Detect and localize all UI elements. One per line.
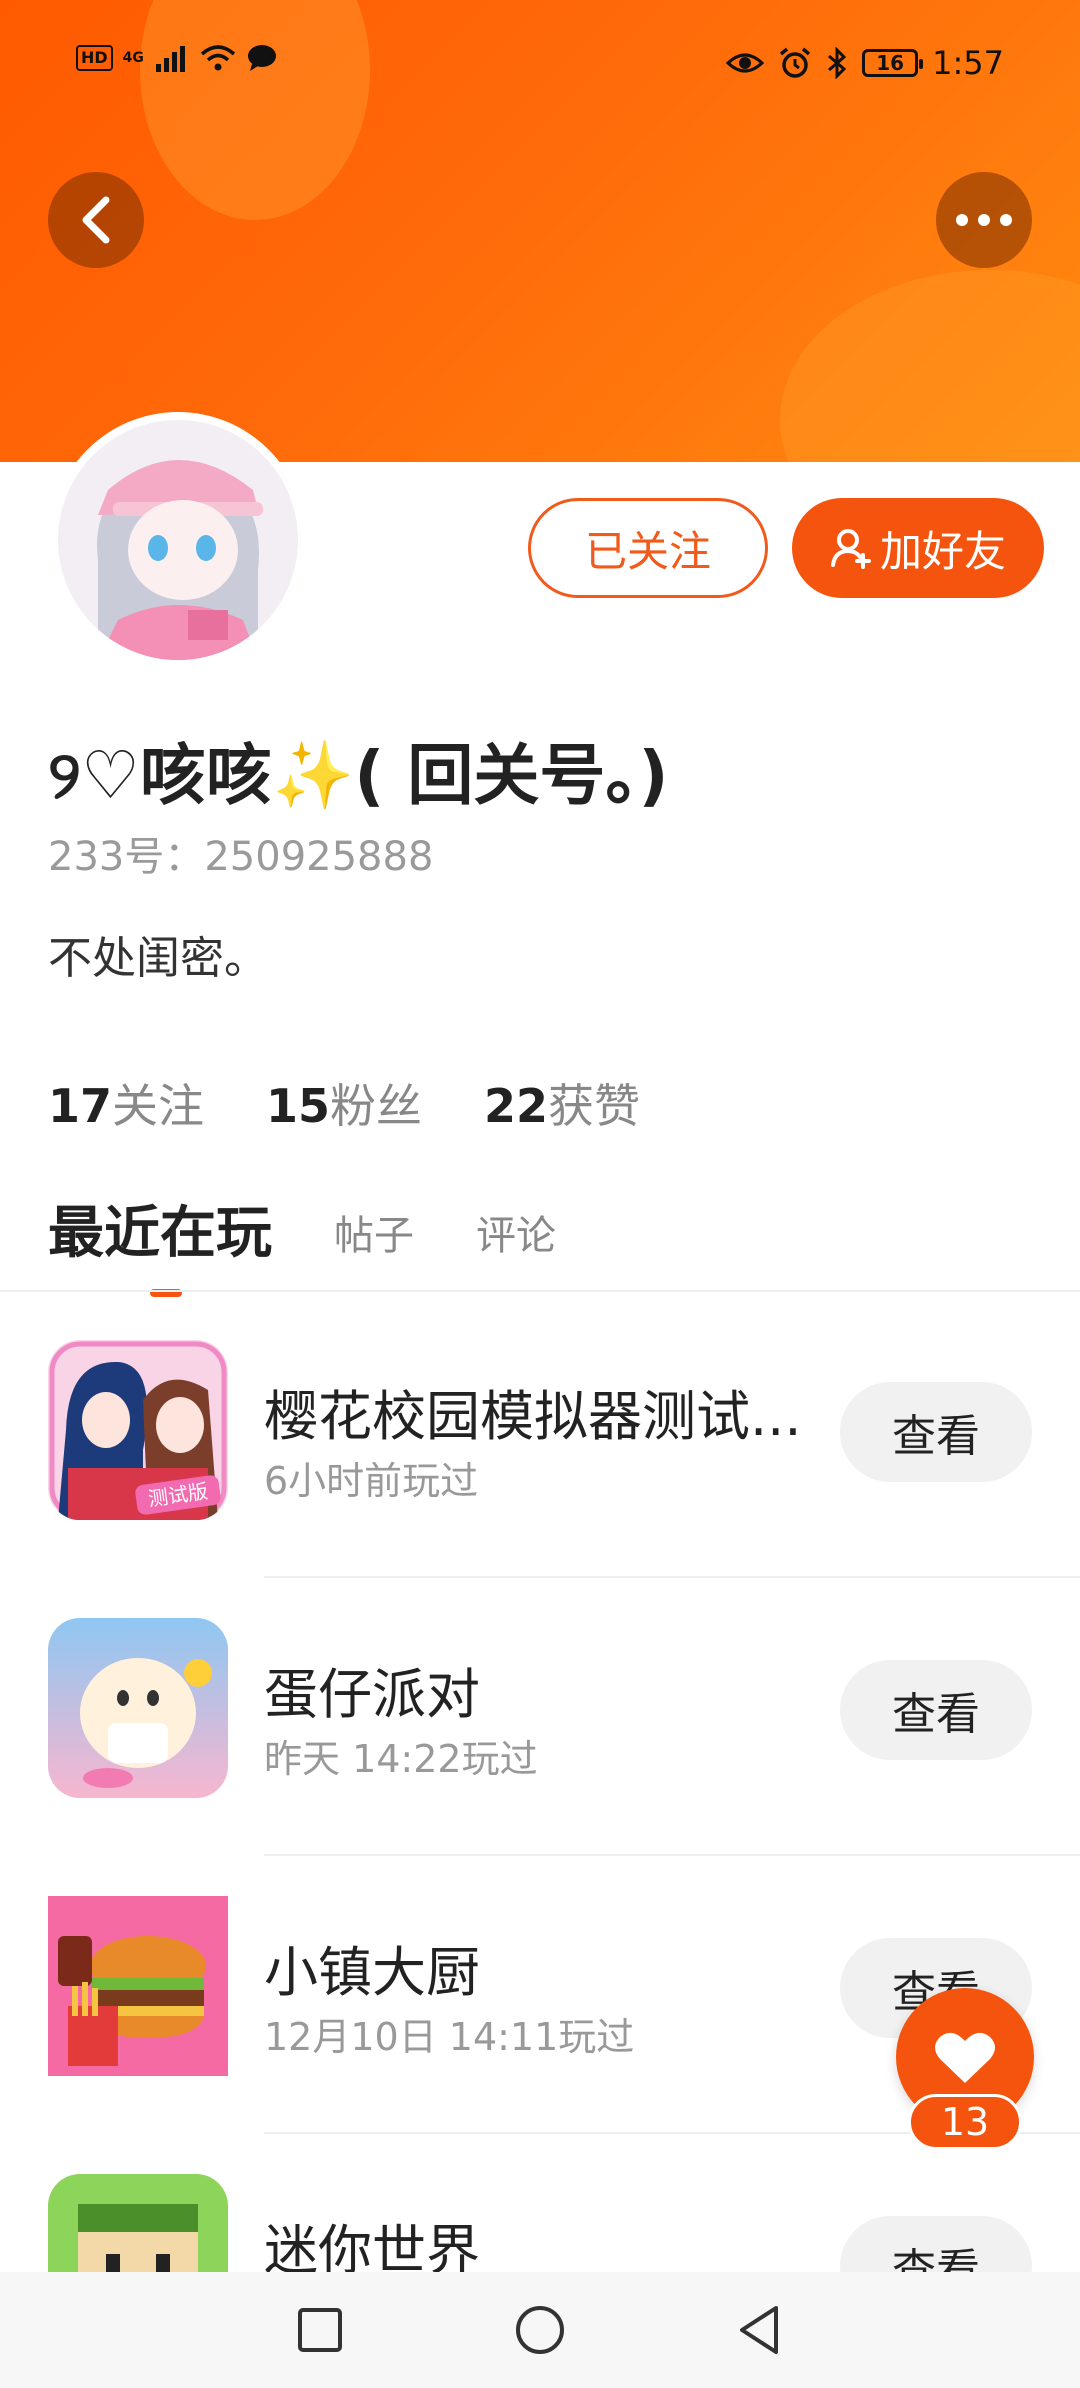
- stat-label: 关注: [112, 1079, 205, 1133]
- stat-number: 17: [48, 1079, 113, 1133]
- recent-apps-icon[interactable]: [296, 2306, 344, 2354]
- stat-label: 粉丝: [330, 1079, 423, 1133]
- profile-tabs: 最近在玩 帖子 评论: [48, 1188, 556, 1297]
- view-button[interactable]: 查看: [840, 1382, 1032, 1482]
- list-item[interactable]: 蛋仔派对 昨天 14:22玩过 查看: [0, 1578, 1080, 1856]
- tab-recently-played[interactable]: 最近在玩: [48, 1188, 272, 1297]
- system-nav-bar: [0, 2272, 1080, 2388]
- banner-decoration: [780, 270, 1080, 462]
- avatar-image: [58, 420, 298, 660]
- back-nav-icon[interactable]: [736, 2304, 784, 2356]
- avatar[interactable]: [50, 412, 306, 668]
- message-icon: [247, 45, 276, 71]
- back-button[interactable]: [48, 172, 144, 268]
- stat-following[interactable]: 17关注: [48, 1070, 204, 1136]
- stat-number: 22: [484, 1079, 549, 1133]
- game-last-played: 6小时前玩过: [264, 1459, 479, 1503]
- game-icon: [48, 1896, 228, 2076]
- clock: 1:57: [932, 44, 1004, 82]
- profile-stats: 17关注 15粉丝 22获赞: [48, 1070, 640, 1136]
- add-friend-button[interactable]: 加好友: [792, 498, 1044, 598]
- wifi-icon: [200, 45, 236, 71]
- alarm-icon: [780, 47, 811, 78]
- recent-games-list: 测试版 樱花校园模拟器测试... 6小时前玩过 查看 蛋仔派对 昨天 14:22…: [0, 1300, 1080, 2388]
- eye-icon: [726, 53, 765, 73]
- game-last-played: 12月10日 14:11玩过: [264, 2015, 635, 2059]
- status-bar: HD 4G 16 1:57: [0, 40, 1080, 90]
- more-options-button[interactable]: [936, 172, 1032, 268]
- more-dots-icon: [956, 214, 1012, 226]
- add-user-icon: [830, 529, 871, 569]
- add-friend-label: 加好友: [879, 526, 1006, 576]
- network-type: 4G: [122, 50, 144, 66]
- chevron-left-icon: [82, 196, 110, 244]
- stat-likes[interactable]: 22获赞: [484, 1070, 640, 1136]
- list-item[interactable]: 测试版 樱花校园模拟器测试... 6小时前玩过 查看: [0, 1300, 1080, 1578]
- banner-decoration: [140, 0, 370, 220]
- tab-comments[interactable]: 评论: [476, 1203, 556, 1269]
- game-title: 小镇大厨: [264, 1941, 480, 2004]
- like-count-badge: 13: [908, 2094, 1022, 2150]
- home-icon[interactable]: [514, 2304, 566, 2356]
- game-icon: [48, 1618, 228, 1798]
- game-title: 蛋仔派对: [264, 1663, 480, 1726]
- bluetooth-icon: [828, 47, 847, 79]
- heart-icon: [935, 2032, 995, 2083]
- stat-number: 15: [266, 1079, 331, 1133]
- signal-icon: [155, 46, 185, 72]
- divider: [0, 1290, 1080, 1292]
- game-icon: 测试版: [48, 1340, 228, 1520]
- user-id: 233号：250925888: [48, 834, 434, 880]
- battery-icon: 16: [862, 49, 924, 77]
- nickname: ୨♡咳咳✨( 回关号。): [48, 737, 669, 814]
- view-button[interactable]: 查看: [840, 1660, 1032, 1760]
- stat-followers[interactable]: 15粉丝: [266, 1070, 422, 1136]
- tab-posts[interactable]: 帖子: [334, 1203, 414, 1269]
- game-last-played: 昨天 14:22玩过: [264, 1737, 538, 1781]
- stat-label: 获赞: [548, 1079, 641, 1133]
- followed-button[interactable]: 已关注: [528, 498, 768, 598]
- bio: 不处闺密。: [48, 933, 268, 984]
- game-title: 樱花校园模拟器测试...: [264, 1385, 802, 1448]
- hd-indicator: HD: [76, 45, 113, 71]
